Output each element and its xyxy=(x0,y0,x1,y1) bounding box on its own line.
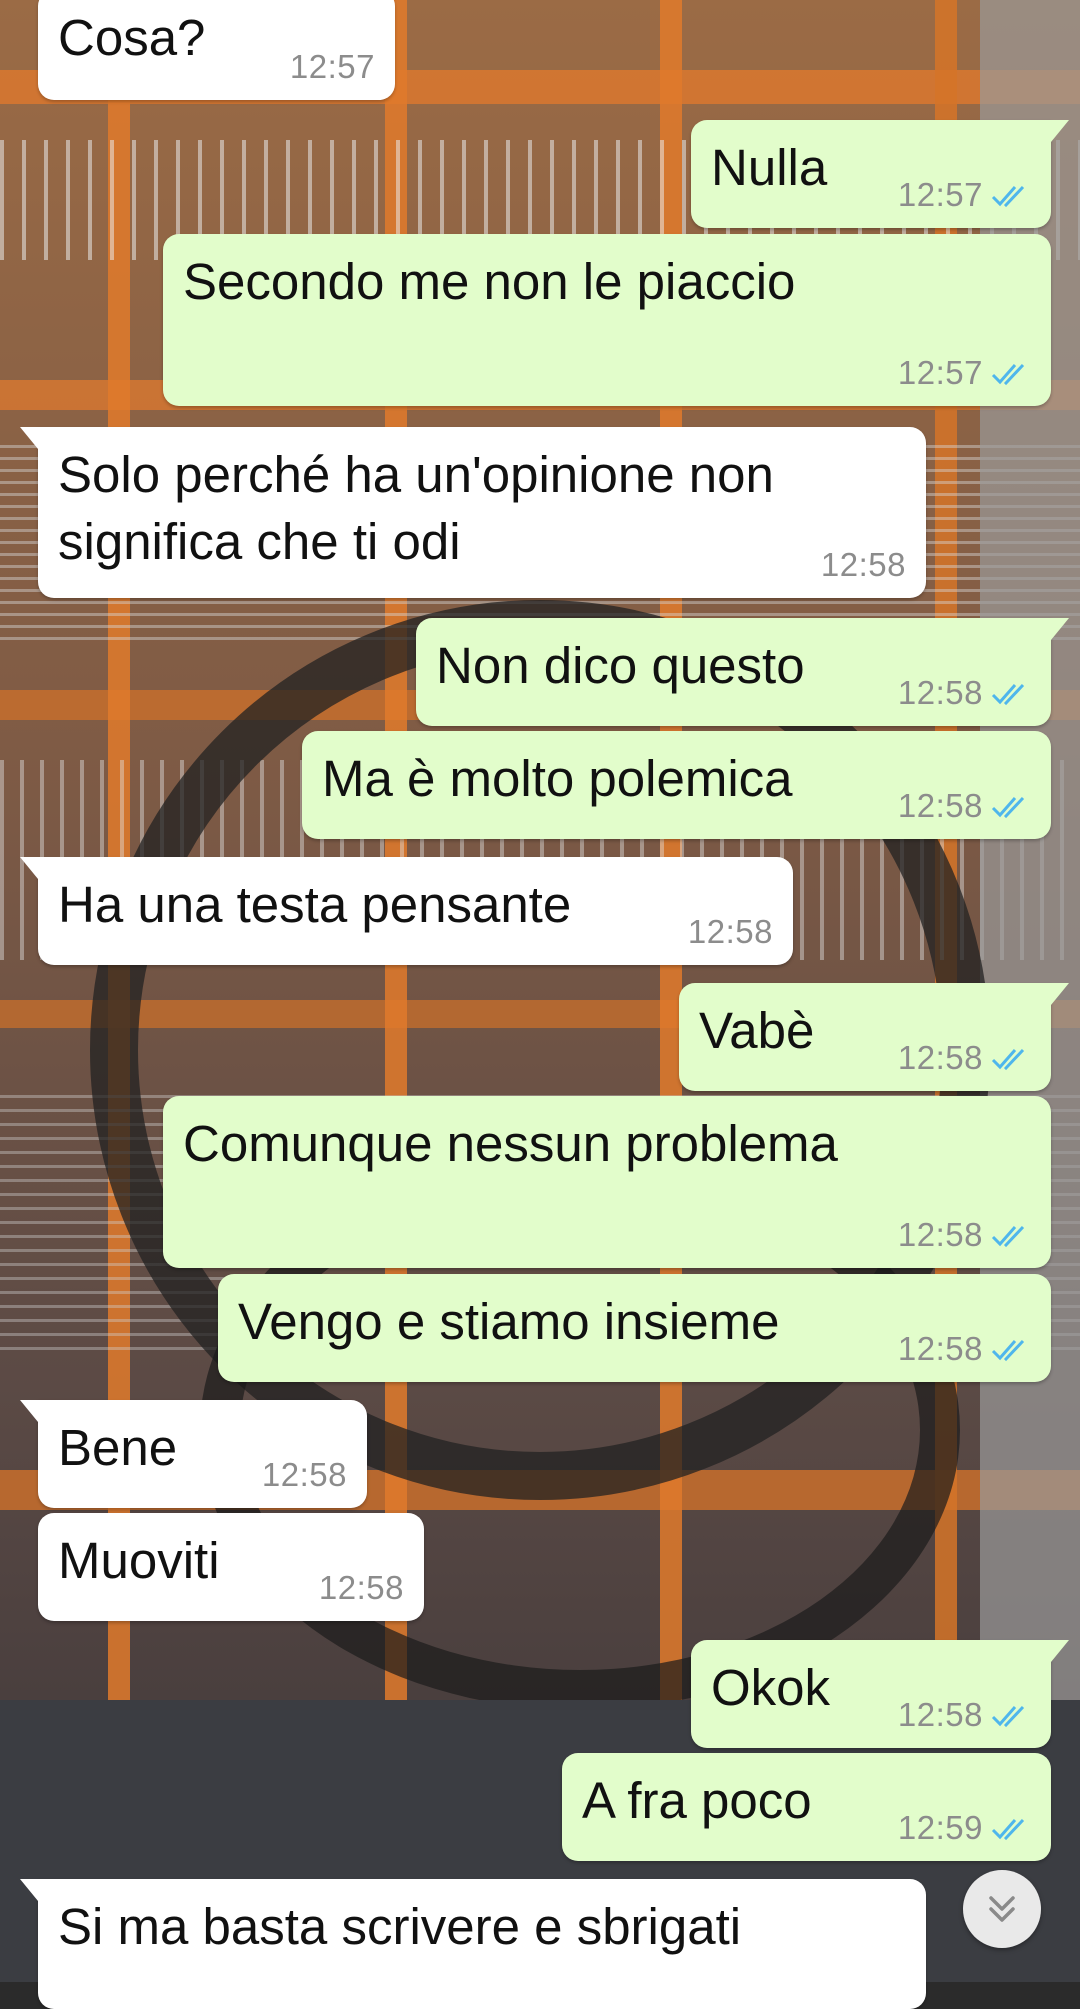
message-text: Comunque nessun problema xyxy=(183,1115,838,1172)
read-ticks-icon xyxy=(991,185,1025,208)
message-time: 12:58 xyxy=(897,1696,983,1733)
message-meta: 12:58 xyxy=(898,1216,1031,1254)
message-text: Solo perché ha un'opinione non significa… xyxy=(58,446,774,570)
message-text: Non dico questo xyxy=(436,637,805,694)
message-incoming[interactable]: Muoviti 12:58 xyxy=(38,1513,424,1621)
message-time: 12:58 xyxy=(897,1216,983,1253)
message-incoming[interactable]: Solo perché ha un'opinione non significa… xyxy=(20,427,926,598)
message-meta: 12:58 xyxy=(898,1330,1031,1368)
message-text: Vengo e stiamo insieme xyxy=(238,1293,780,1350)
message-text: Okok xyxy=(711,1659,831,1716)
message-outgoing[interactable]: A fra poco 12:59 xyxy=(562,1753,1051,1861)
message-meta: 12:58 xyxy=(319,1569,404,1607)
message-text: Muoviti xyxy=(58,1532,220,1589)
message-text: Bene xyxy=(58,1419,178,1476)
read-ticks-icon xyxy=(991,363,1025,386)
message-time: 12:58 xyxy=(687,913,773,950)
read-ticks-icon xyxy=(991,1225,1025,1248)
message-outgoing[interactable]: Ma è molto polemica 12:58 xyxy=(302,731,1051,839)
message-time: 12:57 xyxy=(897,354,983,391)
message-text: Si ma basta scrivere e sbrigati xyxy=(58,1898,742,1955)
message-outgoing[interactable]: Okok 12:58 xyxy=(691,1640,1069,1748)
message-time: 12:58 xyxy=(318,1569,404,1606)
message-text: Secondo me non le piaccio xyxy=(183,253,796,310)
scroll-to-bottom-button[interactable] xyxy=(963,1870,1041,1948)
message-text: Vabè xyxy=(699,1002,815,1059)
message-outgoing[interactable]: Secondo me non le piaccio 12:57 xyxy=(163,234,1051,406)
message-incoming[interactable]: Si ma basta scrivere e sbrigati xyxy=(20,1879,926,2009)
message-time: 12:58 xyxy=(897,787,983,824)
message-incoming[interactable]: Cosa? 12:57 xyxy=(38,0,395,100)
message-meta: 12:57 xyxy=(898,176,1031,214)
read-ticks-icon xyxy=(991,1339,1025,1362)
read-ticks-icon xyxy=(991,1048,1025,1071)
message-meta: 12:58 xyxy=(898,674,1031,712)
message-outgoing[interactable]: Vabè 12:58 xyxy=(679,983,1069,1091)
read-ticks-icon xyxy=(991,1705,1025,1728)
message-text: Ha una testa pensante xyxy=(58,876,572,933)
message-meta: 12:58 xyxy=(898,1039,1031,1077)
message-time: 12:58 xyxy=(897,1330,983,1367)
message-outgoing[interactable]: Non dico questo 12:58 xyxy=(416,618,1069,726)
message-time: 12:57 xyxy=(289,48,375,85)
message-meta: 12:58 xyxy=(688,913,773,951)
message-text: Nulla xyxy=(711,139,828,196)
message-time: 12:57 xyxy=(897,176,983,213)
read-ticks-icon xyxy=(991,1818,1025,1841)
message-meta: 12:58 xyxy=(262,1456,347,1494)
message-meta: 12:58 xyxy=(821,546,906,584)
message-outgoing[interactable]: Vengo e stiamo insieme 12:58 xyxy=(218,1274,1051,1382)
message-incoming[interactable]: Bene 12:58 xyxy=(20,1400,367,1508)
message-text: A fra poco xyxy=(582,1772,812,1829)
message-time: 12:58 xyxy=(897,1039,983,1076)
chat-message-list: Cosa? 12:57 Nulla 12:57 Secondo me non l… xyxy=(0,0,1080,2009)
message-meta: 12:57 xyxy=(898,354,1031,392)
message-time: 12:58 xyxy=(897,674,983,711)
read-ticks-icon xyxy=(991,683,1025,706)
message-meta: 12:58 xyxy=(898,787,1031,825)
message-text: Cosa? xyxy=(58,9,206,66)
message-meta: 12:58 xyxy=(898,1696,1031,1734)
message-time: 12:58 xyxy=(820,546,906,583)
read-ticks-icon xyxy=(991,796,1025,819)
message-time: 12:58 xyxy=(261,1456,347,1493)
message-meta: 12:59 xyxy=(898,1809,1031,1847)
message-text: Ma è molto polemica xyxy=(322,750,793,807)
message-incoming[interactable]: Ha una testa pensante 12:58 xyxy=(20,857,793,965)
message-outgoing[interactable]: Nulla 12:57 xyxy=(691,120,1069,228)
double-chevron-down-icon xyxy=(989,1896,1015,1922)
message-meta: 12:57 xyxy=(290,48,375,86)
message-time: 12:59 xyxy=(897,1809,983,1846)
message-outgoing[interactable]: Comunque nessun problema 12:58 xyxy=(163,1096,1051,1268)
